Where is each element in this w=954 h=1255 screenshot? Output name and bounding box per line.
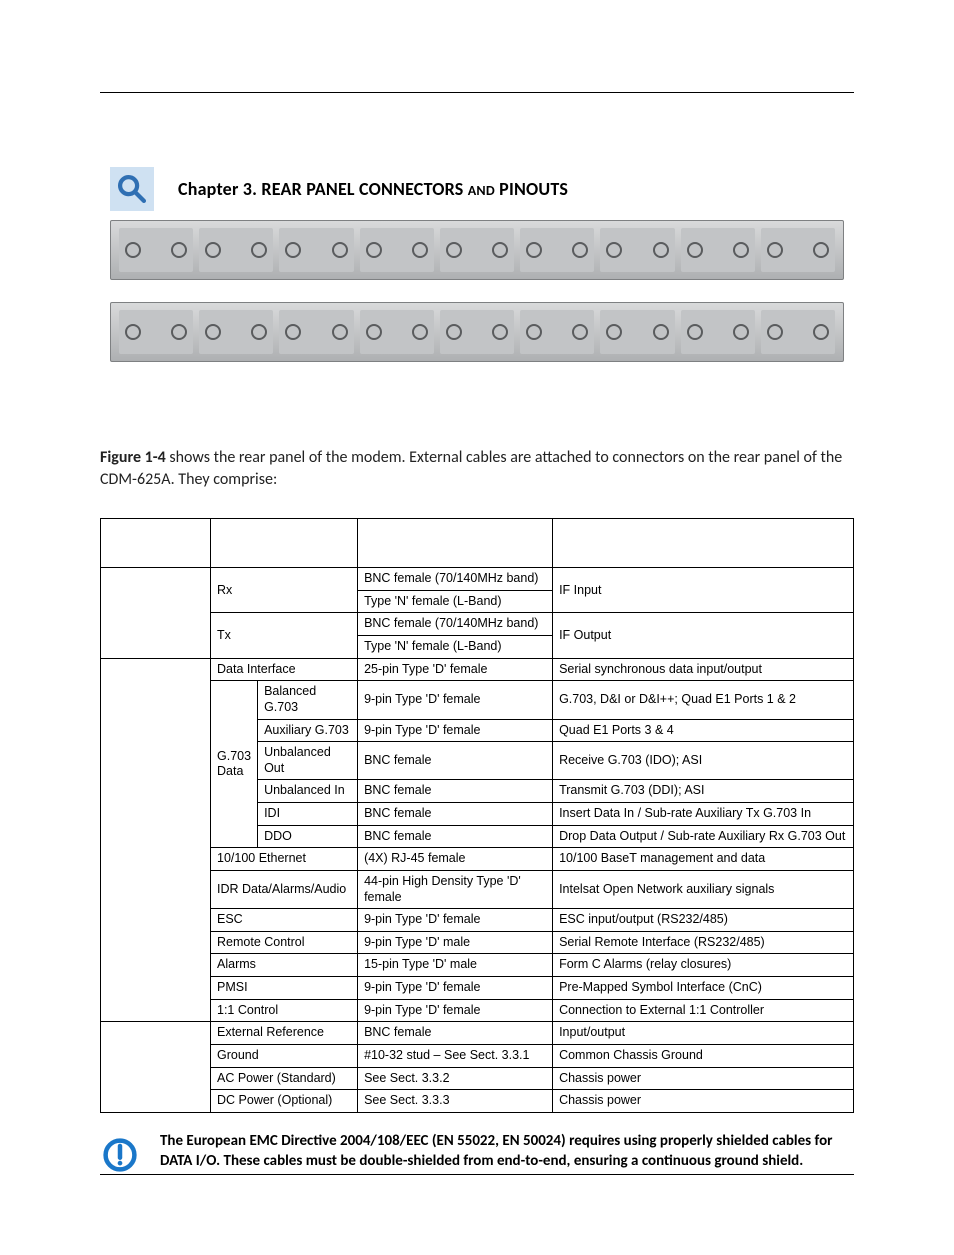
chapter-title: Chapter 3. REAR PANEL CONNECTORS AND PIN… bbox=[178, 178, 568, 200]
table-row: PMSI 9-pin Type 'D' female Pre-Mapped Sy… bbox=[101, 977, 854, 1000]
table-row: ESC 9-pin Type 'D' female ESC input/outp… bbox=[101, 909, 854, 932]
table-row: AC Power (Standard) See Sect. 3.3.2 Chas… bbox=[101, 1067, 854, 1090]
table-row: G.703 Data Balanced G.703 9-pin Type 'D'… bbox=[101, 681, 854, 719]
rear-panel-photos bbox=[110, 220, 844, 362]
table-row: Data Interface 25-pin Type 'D' female Se… bbox=[101, 658, 854, 681]
table-row: 10/100 Ethernet (4X) RJ-45 female 10/100… bbox=[101, 848, 854, 871]
table-row: Remote Control 9-pin Type 'D' male Seria… bbox=[101, 931, 854, 954]
table-row: External Reference BNC female Input/outp… bbox=[101, 1022, 854, 1045]
table-row: Ground #10-32 stud – See Sect. 3.3.1 Com… bbox=[101, 1044, 854, 1067]
alert-icon bbox=[100, 1135, 140, 1175]
magnifier-icon bbox=[110, 167, 154, 211]
connectors-table: Rx BNC female (70/140MHz band) IF Input … bbox=[100, 518, 854, 1113]
table-row bbox=[101, 519, 854, 568]
table-row: Rx BNC female (70/140MHz band) IF Input bbox=[101, 568, 854, 591]
figure-intro: Figure 1-4 shows the rear panel of the m… bbox=[100, 447, 854, 490]
table-row: 1:1 Control 9-pin Type 'D' female Connec… bbox=[101, 999, 854, 1022]
table-row: IDR Data/Alarms/Audio 44-pin High Densit… bbox=[101, 870, 854, 908]
table-row: DC Power (Optional) See Sect. 3.3.3 Chas… bbox=[101, 1090, 854, 1113]
emc-note: The European EMC Directive 2004/108/EEC … bbox=[160, 1131, 854, 1172]
table-row: Alarms 15-pin Type 'D' male Form C Alarm… bbox=[101, 954, 854, 977]
table-row: Tx BNC female (70/140MHz band) IF Output bbox=[101, 613, 854, 636]
